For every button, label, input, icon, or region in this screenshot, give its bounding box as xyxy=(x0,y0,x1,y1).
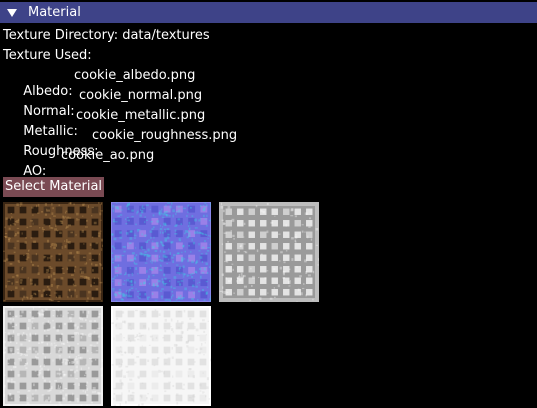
triangle-down-icon[interactable] xyxy=(7,8,17,18)
texture-directory-text: Texture Directory: data/textures xyxy=(3,28,210,43)
metallic-texture-thumbnail xyxy=(219,202,319,302)
albedo-texture-thumbnail xyxy=(3,202,103,302)
texture-filename: cookie_ao.png xyxy=(61,148,155,163)
ao-texture-thumbnail xyxy=(111,306,211,406)
normal-texture-thumbnail xyxy=(111,202,211,302)
roughness-texture-thumbnail xyxy=(3,306,103,406)
texture-used-label: Texture Used: xyxy=(3,48,92,63)
texture-filename: cookie_roughness.png xyxy=(92,128,238,143)
texture-filename: cookie_metallic.png xyxy=(76,108,206,123)
material-panel-header[interactable]: Material xyxy=(0,2,537,23)
select-material-button[interactable]: Select Material xyxy=(3,177,104,197)
texture-filename: cookie_normal.png xyxy=(79,88,203,103)
texture-filename: cookie_albedo.png xyxy=(74,68,196,83)
panel-title: Material xyxy=(28,5,81,20)
